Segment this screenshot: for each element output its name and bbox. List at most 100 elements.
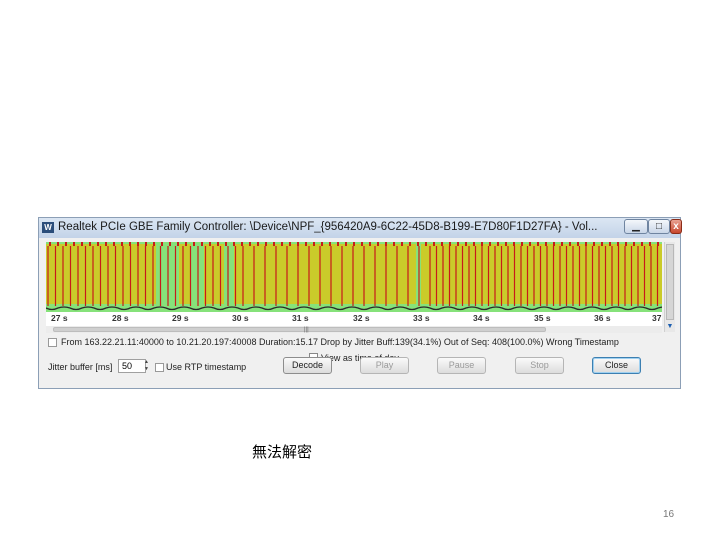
drop-marker xyxy=(593,242,595,246)
vertical-scroll-thumb[interactable] xyxy=(666,244,674,320)
drop-marker xyxy=(617,242,619,246)
drop-marker xyxy=(305,242,307,246)
drop-marker xyxy=(249,242,251,246)
drop-marker xyxy=(465,242,467,246)
drop-marker xyxy=(513,242,515,246)
drop-marker xyxy=(297,242,299,246)
drop-marker xyxy=(313,242,315,246)
use-rtp-timestamp-label: Use RTP timestamp xyxy=(166,362,247,372)
time-axis: 27 s 28 s 29 s 30 s 31 s 32 s 33 s 34 s … xyxy=(46,312,662,326)
drop-marker xyxy=(641,242,643,246)
drop-marker xyxy=(49,242,51,246)
time-tick: 34 s xyxy=(473,313,490,323)
title-bar[interactable]: W Realtek PCIe GBE Family Controller: \D… xyxy=(39,218,682,238)
drop-marker xyxy=(433,242,435,246)
rtp-player-window: W Realtek PCIe GBE Family Controller: \D… xyxy=(38,217,682,389)
drop-marker xyxy=(89,242,91,246)
spinner-arrows-icon[interactable]: ▲ ▼ xyxy=(144,359,150,373)
waveform-plot xyxy=(46,242,662,311)
pause-button[interactable]: Pause xyxy=(437,357,486,374)
drop-marker xyxy=(369,242,371,246)
drop-marker xyxy=(601,242,603,246)
drop-marker xyxy=(177,242,179,246)
drop-marker xyxy=(329,242,331,246)
drop-marker xyxy=(377,242,379,246)
drop-marker xyxy=(241,242,243,246)
drop-marker xyxy=(457,242,459,246)
drop-marker xyxy=(449,242,451,246)
minimize-button[interactable]: ▁ xyxy=(624,219,648,234)
drop-marker xyxy=(393,242,395,246)
drop-marker xyxy=(529,242,531,246)
drop-marker xyxy=(577,242,579,246)
drop-marker xyxy=(321,242,323,246)
drop-marker xyxy=(145,242,147,246)
drop-marker xyxy=(265,242,267,246)
use-rtp-timestamp-checkbox[interactable] xyxy=(155,363,164,372)
drop-marker xyxy=(505,242,507,246)
drop-marker xyxy=(625,242,627,246)
drop-marker xyxy=(553,242,555,246)
scroll-grip-icon: ||| xyxy=(304,327,309,333)
time-tick: 27 s xyxy=(51,313,68,323)
drop-marker xyxy=(273,242,275,246)
drop-marker xyxy=(201,242,203,246)
maximize-button[interactable]: □ xyxy=(648,219,670,234)
drop-marker xyxy=(121,242,123,246)
drop-marker xyxy=(289,242,291,246)
drop-marker xyxy=(105,242,107,246)
signal-band xyxy=(421,244,662,304)
jitter-buffer-input[interactable]: 50 xyxy=(118,359,146,373)
time-tick: 31 s xyxy=(292,313,309,323)
jitter-buffer-label: Jitter buffer [ms] xyxy=(48,362,113,372)
drop-marker xyxy=(153,242,155,246)
window-title: Realtek PCIe GBE Family Controller: \Dev… xyxy=(58,221,598,233)
drop-marker xyxy=(585,242,587,246)
drop-marker xyxy=(257,242,259,246)
drop-marker xyxy=(537,242,539,246)
drop-marker xyxy=(233,242,235,246)
stop-button[interactable]: Stop xyxy=(515,357,564,374)
signal-band xyxy=(234,244,416,304)
drop-marker xyxy=(657,242,659,246)
drop-marker xyxy=(561,242,563,246)
vertical-scrollbar[interactable]: ▼ xyxy=(664,242,675,332)
rtp-stream-graph[interactable] xyxy=(46,242,662,312)
drop-marker xyxy=(81,242,83,246)
drop-marker xyxy=(481,242,483,246)
drop-marker xyxy=(633,242,635,246)
drop-marker xyxy=(185,242,187,246)
drop-marker xyxy=(129,242,131,246)
close-button[interactable]: Close xyxy=(592,357,641,374)
drop-marker xyxy=(489,242,491,246)
time-tick: 37 xyxy=(652,313,662,323)
drop-marker xyxy=(497,242,499,246)
drop-marker xyxy=(409,242,411,246)
drop-marker xyxy=(337,242,339,246)
drop-marker xyxy=(113,242,115,246)
audio-waveform xyxy=(46,306,662,311)
time-tick: 35 s xyxy=(534,313,551,323)
stream-select-checkbox[interactable] xyxy=(48,338,57,347)
horizontal-scroll-thumb[interactable]: ||| xyxy=(53,327,546,333)
scroll-down-arrow-icon[interactable]: ▼ xyxy=(665,322,675,332)
time-tick: 32 s xyxy=(353,313,370,323)
drop-marker xyxy=(137,242,139,246)
drop-marker xyxy=(209,242,211,246)
drop-marker xyxy=(569,242,571,246)
drop-marker xyxy=(97,242,99,246)
drop-marker xyxy=(65,242,67,246)
time-tick: 30 s xyxy=(232,313,249,323)
horizontal-scrollbar[interactable]: ||| xyxy=(46,326,662,333)
time-tick: 33 s xyxy=(413,313,430,323)
drop-marker xyxy=(225,242,227,246)
drop-marker xyxy=(473,242,475,246)
drop-marker xyxy=(425,242,427,246)
stream-info-text: From 163.22.21.11:40000 to 10.21.20.197:… xyxy=(61,337,619,347)
drop-marker xyxy=(73,242,75,246)
play-button[interactable]: Play xyxy=(360,357,409,374)
decode-button[interactable]: Decode xyxy=(283,357,332,374)
time-tick: 28 s xyxy=(112,313,129,323)
drop-marker xyxy=(385,242,387,246)
close-window-button[interactable]: x xyxy=(670,219,682,234)
